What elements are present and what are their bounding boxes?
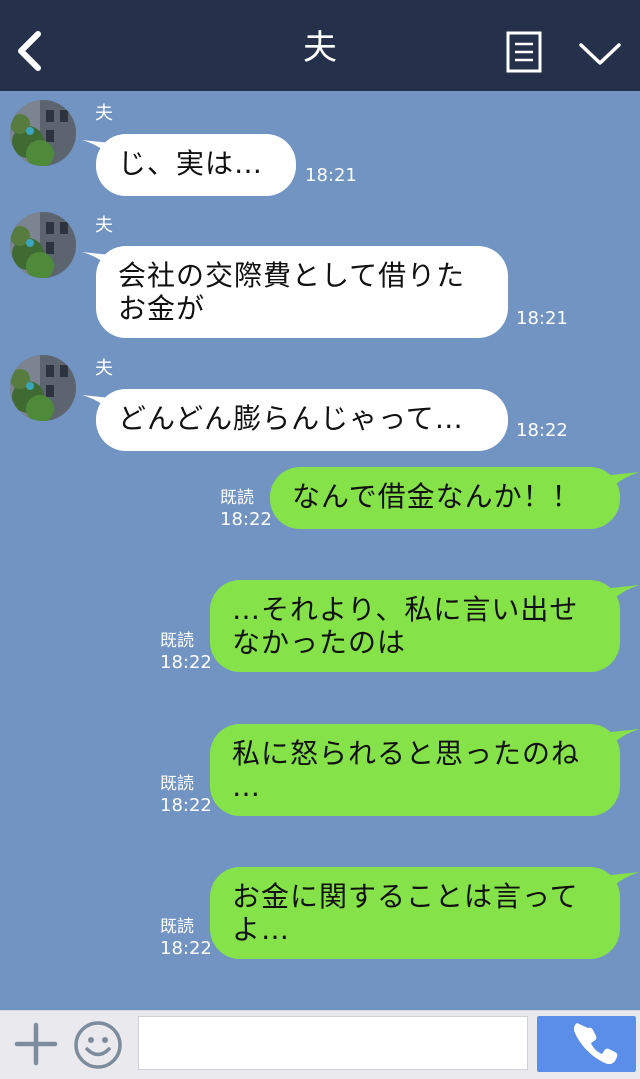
read-status: 既読	[220, 488, 254, 508]
message-time: 18:22	[160, 652, 212, 673]
outgoing-message[interactable]: なんで借金なんか！！	[270, 467, 620, 529]
phone-icon	[573, 1023, 618, 1065]
outgoing-message[interactable]: 私に怒られると思ったのね …	[210, 724, 620, 816]
outgoing-message[interactable]: お金に関することは言って よ…	[210, 867, 620, 959]
menu-list-icon[interactable]	[506, 31, 542, 73]
outgoing-message[interactable]: …それより、私に言い出せ なかったのは	[210, 580, 620, 672]
chevron-down-icon[interactable]	[578, 40, 622, 68]
sender-name: 夫	[95, 103, 113, 124]
message-input[interactable]	[138, 1016, 528, 1070]
sender-name: 夫	[95, 358, 113, 379]
chat-header: 夫	[0, 0, 640, 91]
incoming-message[interactable]: 会社の交際費として借りた お金が	[96, 246, 508, 338]
call-button[interactable]	[537, 1016, 636, 1072]
avatar[interactable]	[10, 355, 76, 421]
message-time: 18:22	[160, 795, 212, 816]
plus-icon[interactable]	[14, 1022, 58, 1066]
avatar-photo-icon	[10, 100, 76, 166]
message-time: 18:22	[220, 509, 272, 530]
emoji-icon[interactable]	[73, 1020, 123, 1070]
read-status: 既読	[160, 917, 194, 937]
message-time: 18:22	[160, 938, 212, 959]
avatar[interactable]	[10, 212, 76, 278]
message-composer	[0, 1010, 640, 1079]
incoming-message[interactable]: どんどん膨らんじゃって…	[96, 389, 508, 451]
avatar-photo-icon	[10, 212, 76, 278]
read-status: 既読	[160, 774, 194, 794]
message-time: 18:21	[516, 308, 568, 329]
chat-title: 夫	[303, 28, 337, 68]
sender-name: 夫	[95, 215, 113, 236]
incoming-message[interactable]: じ、実は…	[96, 134, 296, 196]
avatar[interactable]	[10, 100, 76, 166]
message-time: 18:21	[305, 165, 357, 186]
read-status: 既読	[160, 631, 194, 651]
message-time: 18:22	[516, 420, 568, 441]
avatar-photo-icon	[10, 355, 76, 421]
